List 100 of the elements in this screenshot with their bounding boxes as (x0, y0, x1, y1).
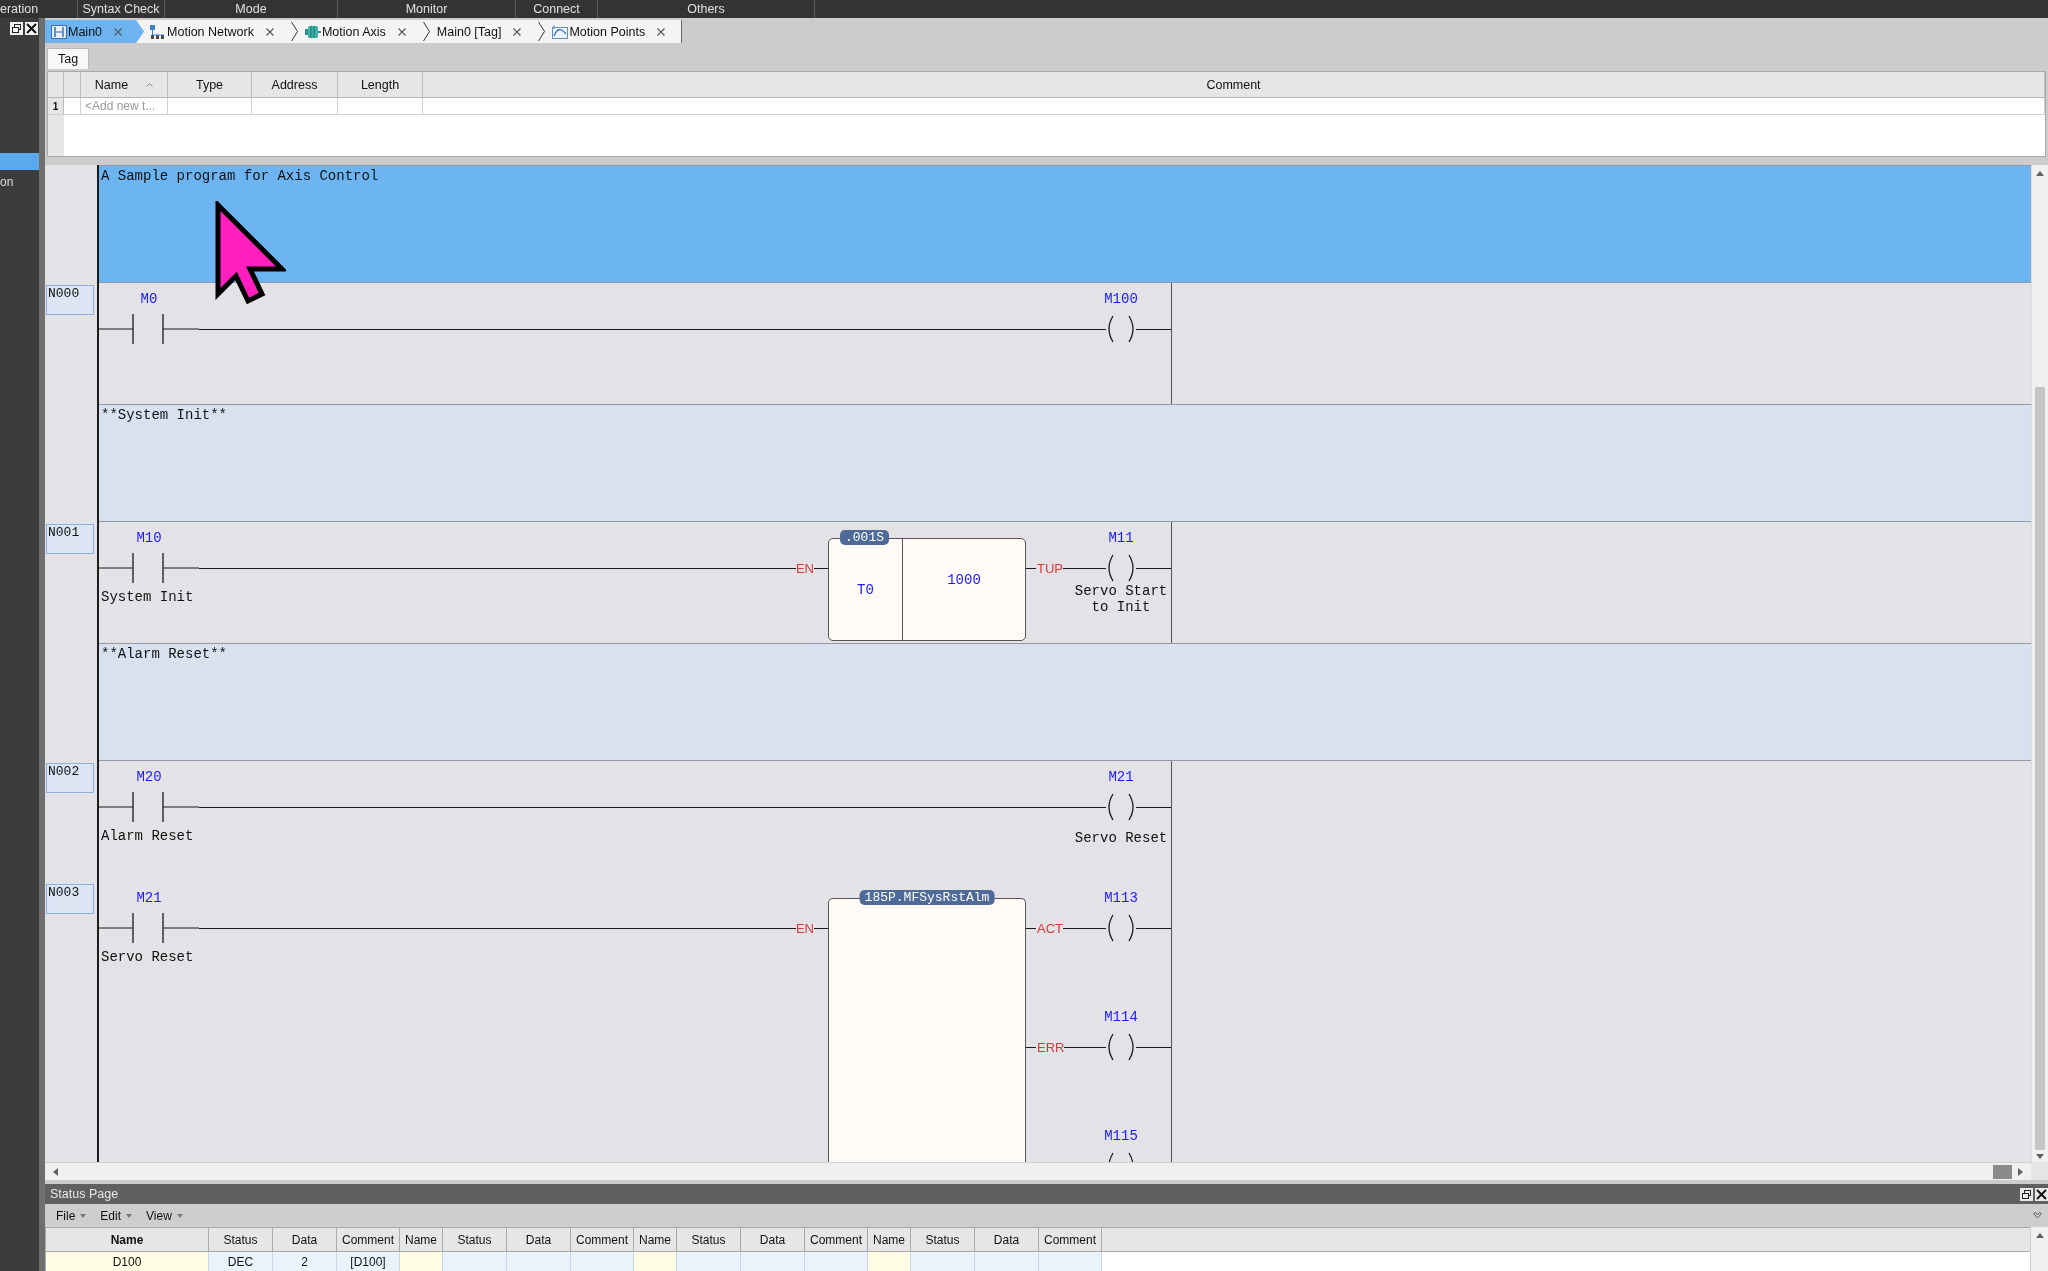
coil-address: M113 (1104, 889, 1138, 908)
pin-label: ERR (1026, 1039, 1065, 1055)
menu-button[interactable]: View (146, 1208, 183, 1223)
column-header[interactable]: Name (868, 1228, 911, 1251)
rung-wire (1136, 927, 1171, 929)
network-comment[interactable]: A Sample program for Axis Control (99, 165, 2031, 283)
arrow-up-icon (2035, 1233, 2044, 1238)
network-label[interactable]: N001 (46, 524, 94, 554)
column-header[interactable]: Status (911, 1228, 975, 1251)
column-header[interactable]: Name (46, 1228, 209, 1251)
network-comment[interactable]: **System Init** (99, 404, 2031, 522)
contact-address: M20 (136, 768, 162, 787)
table-cell (868, 1252, 911, 1271)
panel-title: Status Page (50, 1187, 119, 1201)
coil-icon (1106, 791, 1136, 823)
column-header[interactable]: Name (400, 1228, 443, 1251)
contact-comment: System Init (100, 589, 194, 605)
motor-icon (304, 24, 321, 39)
column-header[interactable]: Comment (805, 1228, 868, 1251)
tab[interactable]: Motion Network (144, 20, 290, 43)
vertical-scrollbar[interactable] (2030, 1227, 2048, 1271)
tab[interactable]: Tag (47, 48, 90, 69)
coil-icon (1106, 1031, 1136, 1063)
horizontal-scrollbar[interactable] (45, 1162, 2031, 1180)
coil-address: M21 (1108, 768, 1134, 787)
chevron-separator-icon (290, 22, 298, 41)
column-header[interactable]: Comment (337, 1228, 400, 1251)
menu-item[interactable]: Mode (165, 0, 338, 18)
network-label[interactable]: N003 (46, 884, 94, 914)
tab[interactable]: Motion Axis (298, 20, 422, 43)
column-header[interactable]: Status (209, 1228, 273, 1251)
chevron-separator-icon (538, 22, 546, 41)
pin-label: EN (795, 560, 828, 576)
chevron-separator-icon (422, 22, 430, 41)
restore-icon[interactable] (10, 22, 23, 35)
menu-item[interactable]: Monitor (338, 0, 516, 18)
column-header[interactable]: Length (338, 72, 423, 97)
coil-icon (1106, 313, 1136, 345)
close-icon[interactable] (25, 22, 38, 35)
chevron-down-icon[interactable] (2033, 1212, 2042, 1219)
table-cell (1039, 1252, 1102, 1271)
scroll-thumb[interactable] (1993, 1164, 2012, 1179)
contact-comment: Servo Reset (100, 949, 194, 965)
sidebar-item[interactable]: on (0, 174, 39, 191)
menu-item[interactable]: Connect (516, 0, 598, 18)
close-icon[interactable] (265, 27, 274, 36)
block-cell-text: 1000 (946, 571, 982, 590)
column-header[interactable]: Comment (571, 1228, 634, 1251)
column-header[interactable]: Data (975, 1228, 1039, 1251)
network-label[interactable]: N002 (46, 763, 94, 793)
column-header[interactable]: Type (168, 72, 252, 97)
arrow-up-icon (2036, 171, 2044, 176)
menu-item[interactable]: Others (598, 0, 815, 18)
column-header[interactable]: Address (252, 72, 338, 97)
column-header[interactable]: Comment (423, 72, 2045, 97)
close-icon[interactable] (397, 27, 406, 36)
table-cell (507, 1252, 571, 1271)
column-header[interactable]: Comment (1039, 1228, 1102, 1251)
menu-item[interactable]: Syntax Check (78, 0, 165, 18)
column-header[interactable]: Data (507, 1228, 571, 1251)
coil-address: M115 (1104, 1127, 1138, 1146)
block-title: 185P.MFSysRstAlm (859, 890, 995, 905)
table-cell (975, 1252, 1039, 1271)
rung-wire (1136, 328, 1171, 330)
column-header[interactable]: Data (273, 1228, 337, 1251)
menu-button[interactable]: File (56, 1208, 87, 1223)
close-icon[interactable] (657, 27, 666, 36)
contact-address: M10 (136, 529, 162, 548)
contact-comment: Alarm Reset (100, 828, 194, 844)
table-cell (911, 1252, 975, 1271)
block-title: .001S (840, 530, 889, 545)
pin-label: TUP (1026, 560, 1063, 576)
column-header[interactable]: Name (634, 1228, 677, 1251)
column-header[interactable]: Status (677, 1228, 741, 1251)
scroll-thumb[interactable] (2035, 387, 2045, 1150)
caret-icon (126, 1213, 133, 1218)
contact-address: M21 (136, 889, 162, 908)
tab[interactable]: Main0 (45, 20, 145, 43)
column-header[interactable]: Data (741, 1228, 805, 1251)
restore-icon[interactable] (2020, 1187, 2033, 1201)
network-icon (150, 24, 167, 39)
vertical-scrollbar[interactable] (2031, 165, 2048, 1162)
table-cell: DEC (209, 1252, 273, 1271)
coil-icon (1106, 552, 1136, 584)
tab[interactable]: Motion Points (546, 20, 682, 43)
arrow-right-icon (2017, 1167, 2023, 1176)
network-label[interactable]: N000 (46, 285, 94, 315)
coil-address: M11 (1108, 529, 1134, 548)
coil-address: M100 (1104, 290, 1138, 309)
menu-button[interactable]: Edit (100, 1208, 133, 1223)
rung-wire (1136, 806, 1171, 808)
network-comment[interactable]: **Alarm Reset** (99, 643, 2031, 761)
table-cell: [D100] (337, 1252, 400, 1271)
column-header[interactable]: Name (81, 72, 168, 97)
mouse-pointer-icon (214, 201, 286, 305)
table-cell (805, 1252, 868, 1271)
tab[interactable]: Main0 [Tag] (430, 20, 538, 43)
column-header[interactable]: Status (443, 1228, 507, 1251)
close-icon[interactable] (2035, 1187, 2048, 1201)
close-icon[interactable] (513, 27, 522, 36)
